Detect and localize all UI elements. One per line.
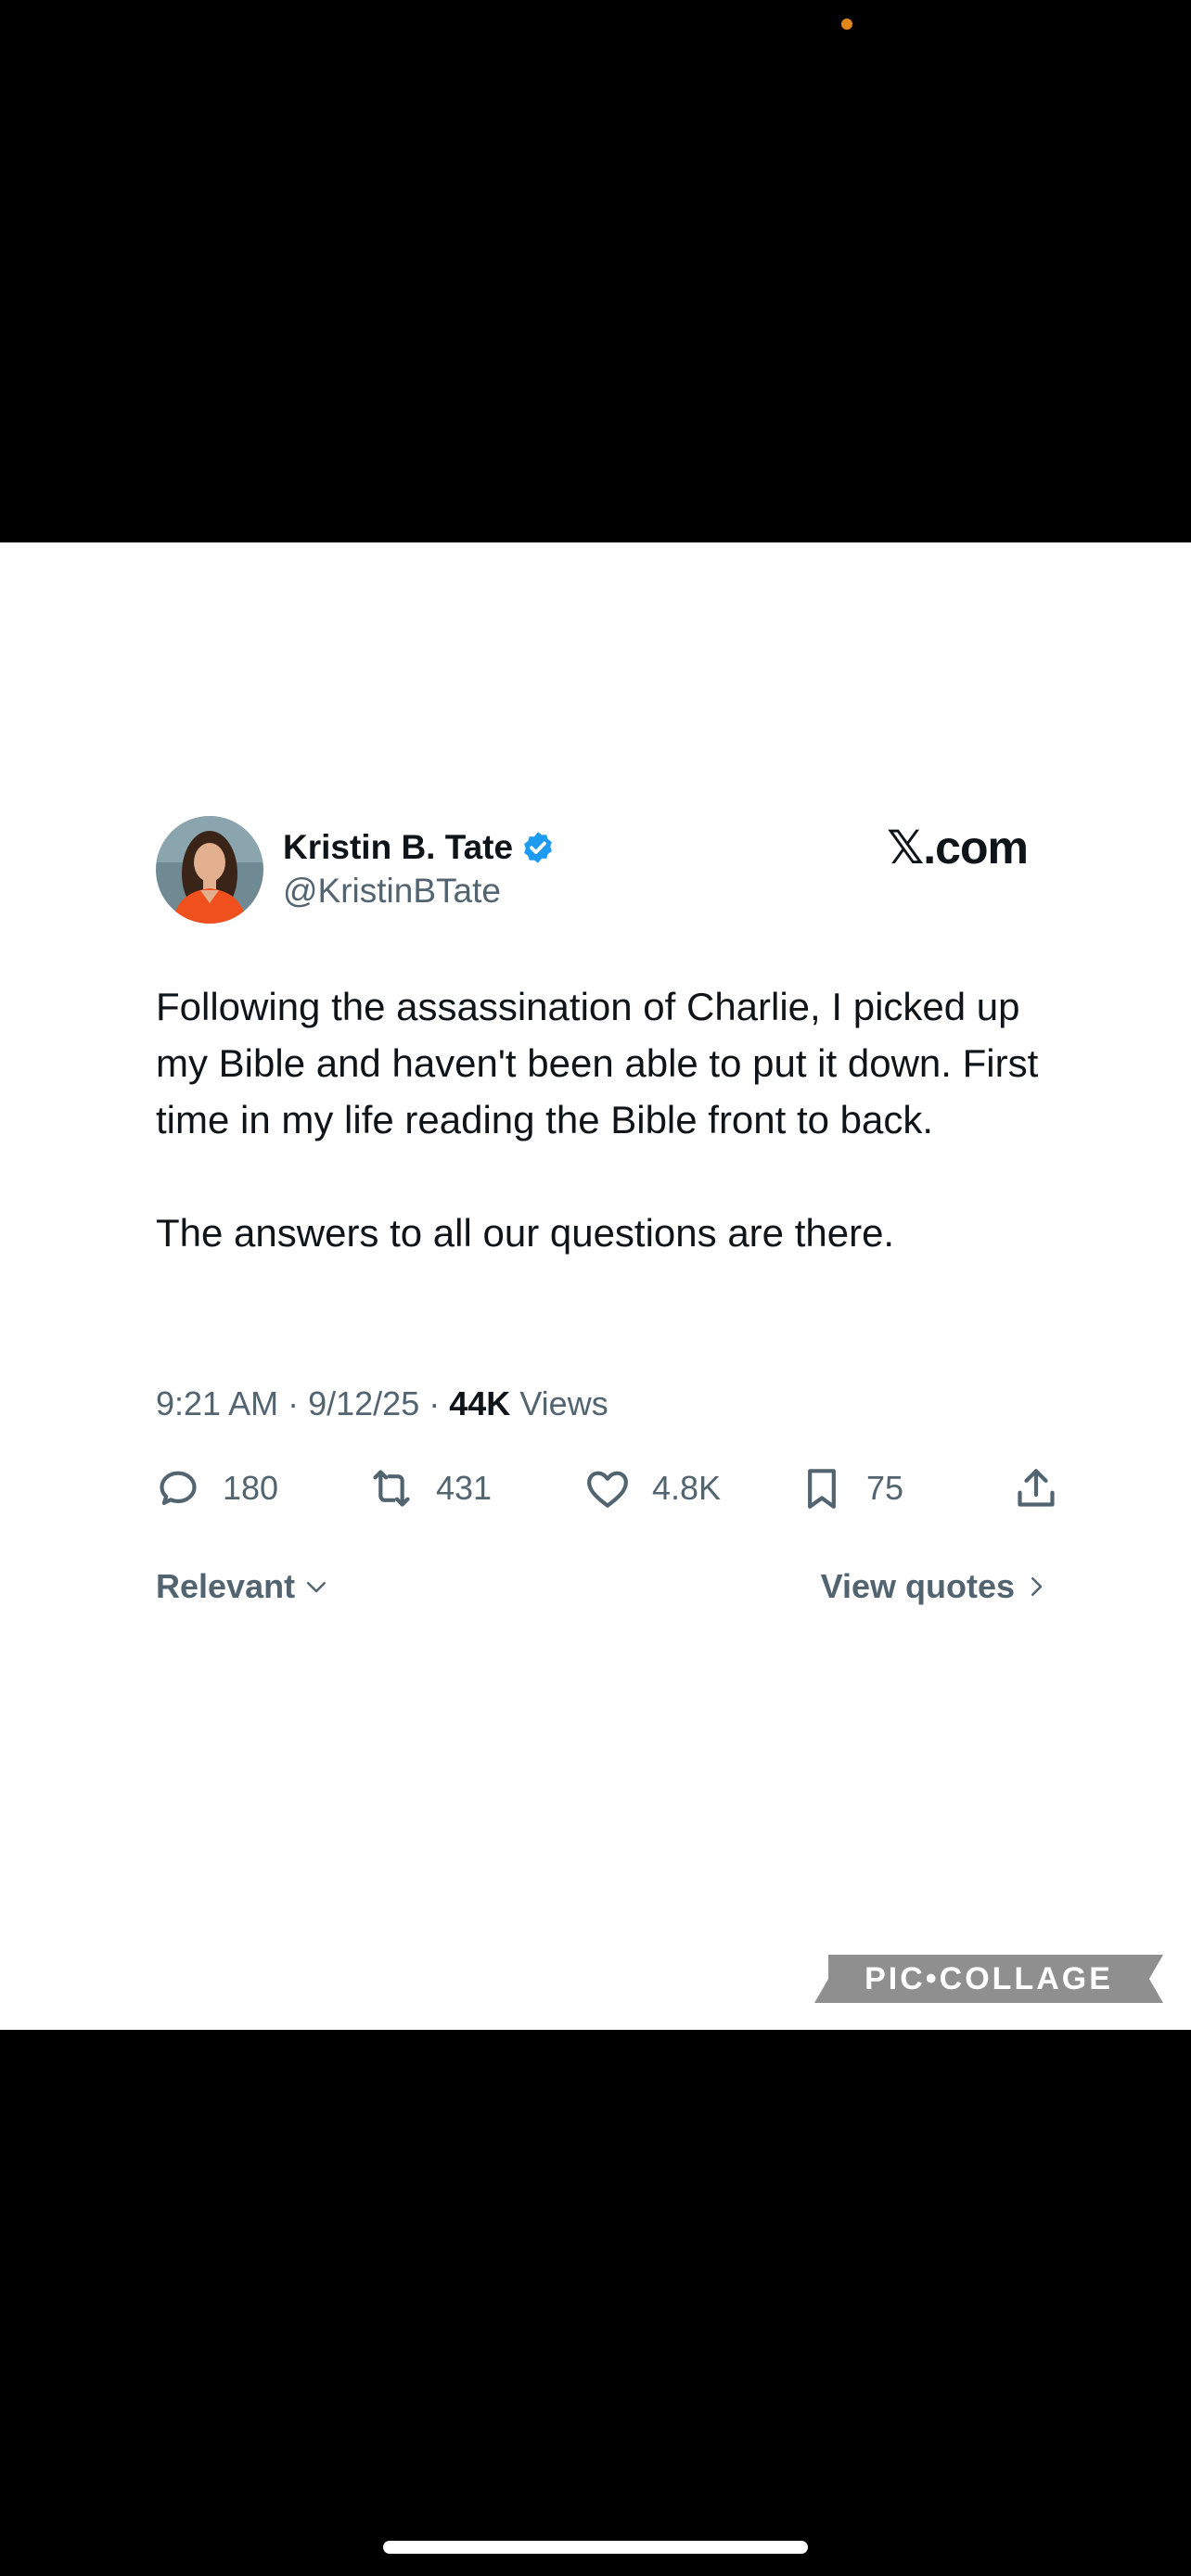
status-indicator-dot bbox=[841, 19, 852, 30]
view-quotes-label: View quotes bbox=[820, 1567, 1015, 1605]
reply-button[interactable]: 180 bbox=[152, 1460, 278, 1516]
repost-button[interactable]: 431 bbox=[365, 1460, 492, 1516]
reply-icon bbox=[160, 1471, 197, 1505]
bookmark-icon bbox=[808, 1469, 836, 1509]
home-indicator[interactable] bbox=[383, 2541, 808, 2554]
tweet-time[interactable]: 9:21 AM bbox=[156, 1384, 278, 1422]
x-com-logo: 𝕏.com bbox=[887, 822, 1029, 874]
reply-count: 180 bbox=[223, 1469, 279, 1507]
chevron-right-icon bbox=[1031, 1577, 1043, 1596]
author-name-row[interactable]: Kristin B. Tate bbox=[283, 828, 556, 867]
chevron-down-icon bbox=[307, 1582, 327, 1593]
tweet-paragraph: Following the assassination of Charlie, … bbox=[156, 985, 1039, 1141]
tweet-card: Kristin B. Tate @KristinBTate 𝕏.com Foll… bbox=[0, 542, 1191, 2030]
tweet-text: Following the assassination of Charlie, … bbox=[156, 978, 1065, 1261]
sort-label: Relevant bbox=[156, 1567, 296, 1605]
repost-count: 431 bbox=[436, 1469, 493, 1507]
views-count: 44K bbox=[449, 1384, 511, 1422]
reply-filter-row: Relevant View quotes bbox=[156, 1567, 1050, 1606]
tweet-date[interactable]: 9/12/25 bbox=[308, 1384, 419, 1422]
tweet-meta: 9:21 AM · 9/12/25 · 44K Views bbox=[156, 1384, 608, 1423]
heart-icon bbox=[587, 1471, 628, 1508]
bookmark-count: 75 bbox=[866, 1469, 904, 1507]
like-button[interactable]: 4.8K bbox=[582, 1460, 721, 1516]
bookmark-button[interactable]: 75 bbox=[796, 1460, 903, 1516]
avatar-image bbox=[156, 816, 263, 924]
action-bar: 180 431 4.8K 75 bbox=[0, 1460, 1191, 1516]
share-button[interactable] bbox=[1010, 1460, 1062, 1516]
verified-badge-icon bbox=[524, 832, 552, 863]
pic-collage-watermark: PIC•COLLAGE bbox=[814, 1955, 1163, 2003]
repost-icon bbox=[373, 1470, 410, 1507]
tweet-paragraph: The answers to all our questions are the… bbox=[156, 1211, 895, 1255]
display-name[interactable]: Kristin B. Tate bbox=[283, 828, 513, 867]
meta-separator: · bbox=[429, 1384, 450, 1422]
sort-dropdown[interactable]: Relevant bbox=[156, 1567, 330, 1606]
views-label: Views bbox=[519, 1384, 608, 1422]
share-icon bbox=[1018, 1469, 1055, 1507]
author-handle[interactable]: @KristinBTate bbox=[283, 872, 501, 911]
avatar[interactable] bbox=[156, 816, 263, 924]
view-quotes-link[interactable]: View quotes bbox=[821, 1567, 1050, 1606]
meta-separator: · bbox=[288, 1384, 309, 1422]
like-count: 4.8K bbox=[652, 1469, 722, 1507]
